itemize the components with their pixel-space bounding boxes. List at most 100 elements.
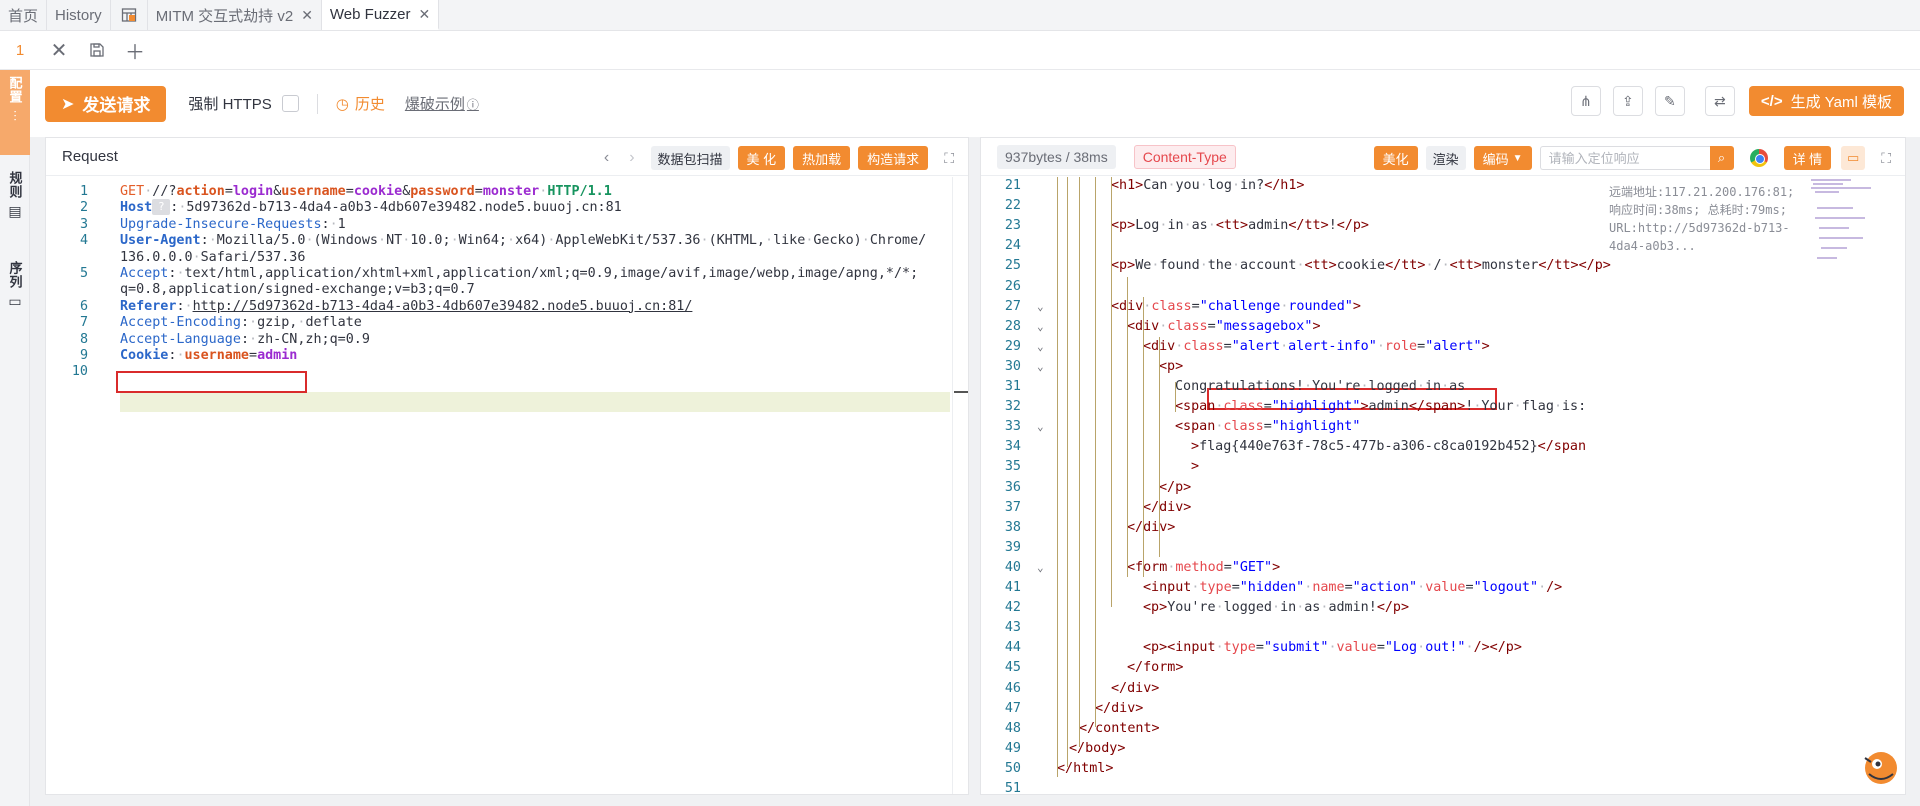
left-sidebar: 配置 ⫶ 规则 ▤ 序列 ▭ (0, 70, 30, 806)
detail-button[interactable]: 详 情 (1783, 146, 1832, 170)
fold-chevron-icon[interactable]: ⌄ (1037, 337, 1044, 357)
construct-request-button[interactable]: 构造请求 (858, 146, 929, 170)
content-type-badge[interactable]: Content-Type (1133, 144, 1236, 169)
hotload-button[interactable]: 热加载 (793, 146, 851, 170)
indent-guides (1057, 177, 1217, 794)
size-time-badge: 937bytes / 38ms (997, 144, 1116, 169)
generate-yaml-button[interactable]: </> 生成 Yaml 模板 (1748, 86, 1904, 116)
fuzzer-toolbar: ➤ 发送请求 强制 HTTPS ◷ 历史 爆破示例 ⓘ ⋔ ⇪ ✎ ⇄ </> 生… (30, 70, 1920, 137)
response-search-input[interactable] (1539, 146, 1710, 170)
edit-icon[interactable]: ✎ (1654, 86, 1685, 116)
line-number: 23 (1004, 218, 1021, 234)
chevron-right-icon[interactable]: › (629, 149, 634, 167)
line-number: 51 (1004, 781, 1021, 794)
line-number: 45 (1004, 660, 1021, 676)
line-number: 21 (1004, 178, 1021, 193)
response-search: ⌕ (1539, 146, 1734, 170)
add-icon[interactable]: ＋ (116, 31, 154, 70)
line-number: 50 (1004, 760, 1021, 776)
packet-scan-button[interactable]: 数据包扫描 (650, 146, 730, 170)
request-editor[interactable]: 1 GET·//?action=login&username=cookie&pas… (46, 177, 968, 794)
save-icon[interactable] (78, 31, 116, 70)
line-number: 47 (1004, 700, 1021, 716)
line-number: 49 (1004, 740, 1021, 756)
line-number: 43 (1004, 620, 1021, 636)
line-number: 36 (1004, 479, 1021, 495)
sidebar-item-config[interactable]: 配置 ⫶ (0, 70, 30, 155)
line-number: 29 (1004, 338, 1021, 354)
line-number: 41 (1004, 580, 1021, 595)
comment-icon[interactable]: ▭ (1841, 146, 1866, 170)
scrollbar[interactable] (952, 177, 968, 794)
request-actions: ‹ › 数据包扫描 美 化 热加载 构造请求 ⛶ (594, 146, 954, 170)
fold-chevron-icon[interactable]: ⌄ (1037, 317, 1044, 337)
mascot-icon[interactable] (1855, 742, 1903, 790)
request-header: Request ‹ › 数据包扫描 美 化 热加载 构造请求 ⛶ (46, 138, 968, 176)
line-number: 34 (1004, 439, 1021, 455)
chevron-left-icon[interactable]: ‹ (604, 149, 609, 167)
response-actions: 美化 渲染 编码▼ ⌕ 详 情 ▭ ⛶ (1366, 146, 1891, 170)
fold-chevron-icon[interactable]: ⌄ (1037, 357, 1044, 377)
render-button[interactable]: 渲染 (1425, 146, 1466, 170)
line-number: 31 (1004, 379, 1021, 394)
force-https-checkbox[interactable] (281, 95, 299, 112)
line-number: 22 (1004, 198, 1021, 214)
search-icon[interactable]: ⌕ (1709, 146, 1734, 170)
export-icon[interactable]: ⇪ (1612, 86, 1643, 116)
layers-icon: ▭ (8, 293, 22, 309)
line-number: 39 (1004, 539, 1021, 555)
line-number: 28 (1004, 318, 1021, 334)
expand-icon[interactable]: ⛶ (944, 150, 954, 167)
beautify-button[interactable]: 美 化 (737, 146, 786, 170)
close-icon[interactable]: ✕ (419, 6, 431, 23)
fold-chevron-icon[interactable]: ⌄ (1037, 558, 1044, 578)
share-icon[interactable]: ⋔ (1570, 86, 1601, 116)
sidebar-item-sequence[interactable]: 序列 ▭ (0, 255, 30, 340)
tab-table[interactable] (111, 0, 148, 30)
close-icon[interactable]: ✕ (301, 7, 313, 24)
clipboard-icon: ▤ (8, 203, 22, 219)
line-number: 33 (1004, 419, 1021, 435)
chrome-icon[interactable] (1749, 149, 1768, 167)
toolbar-right: ⋔ ⇪ ✎ ⇄ </> 生成 Yaml 模板 (1559, 86, 1904, 116)
encode-dropdown[interactable]: 编码 ▼ (1473, 146, 1532, 170)
sub-tab-number[interactable]: 1 (0, 42, 40, 59)
swap-icon[interactable]: ⇄ (1704, 86, 1735, 116)
tab-mitm[interactable]: MITM 交互式劫持 v2 ✕ (148, 0, 322, 30)
line-number: 24 (1004, 238, 1021, 254)
line-text: <span·class="highlight">admin</span>!·Yo… (1175, 399, 1587, 415)
fold-chevron-icon[interactable]: ⌄ (1037, 297, 1044, 317)
line-text: >flag{440e763f-78c5-477b-a306-c8ca0192b4… (1191, 439, 1587, 455)
line-text: Congratulations!·You're·logged·in·as (1175, 379, 1466, 394)
expand-icon[interactable]: ⛶ (1881, 150, 1891, 167)
close-icon[interactable]: ✕ (40, 31, 78, 70)
line-number: 42 (1004, 600, 1021, 616)
line-number: 30 (1004, 358, 1021, 374)
line-text: Cookie:·username=admin (120, 348, 298, 363)
line-number: 37 (1004, 499, 1021, 515)
request-panel: Request ‹ › 数据包扫描 美 化 热加载 构造请求 ⛶ 1 GET·//… (45, 137, 969, 795)
line-number: 4 (79, 233, 88, 249)
fold-chevron-icon[interactable]: ⌄ (1037, 417, 1044, 437)
tab-history[interactable]: History (47, 0, 111, 30)
beautify-button[interactable]: 美化 (1373, 146, 1418, 170)
response-editor[interactable]: 远端地址:117.21.200.176:81; 响应时间:38ms; 总耗时:7… (981, 177, 1905, 794)
history-button[interactable]: ◷ 历史 (336, 93, 385, 114)
send-request-button[interactable]: ➤ 发送请求 (45, 85, 167, 122)
line-number: 25 (1004, 258, 1021, 274)
tab-web-fuzzer[interactable]: Web Fuzzer ✕ (321, 0, 440, 30)
sidebar-item-rules[interactable]: 规则 ▤ (0, 165, 30, 250)
remote-info: 远端地址:117.21.200.176:81; 响应时间:38ms; 总耗时:7… (1609, 185, 1795, 253)
divider (316, 93, 318, 114)
sliders-icon: ⫶ (13, 108, 17, 124)
tab-home[interactable]: 首页 (0, 0, 48, 30)
minimap[interactable] (1809, 177, 1885, 277)
sub-tab-bar: 1 ✕ ＋ (0, 31, 1920, 70)
blast-example-link[interactable]: 爆破示例 ⓘ (405, 93, 479, 114)
line-number: 27 (1004, 298, 1021, 314)
chevron-down-icon: ▼ (1512, 152, 1523, 164)
request-title: Request (62, 148, 118, 165)
line-number: 48 (1004, 720, 1021, 736)
current-line-highlight (120, 392, 950, 412)
line-number: 10 (71, 364, 88, 380)
